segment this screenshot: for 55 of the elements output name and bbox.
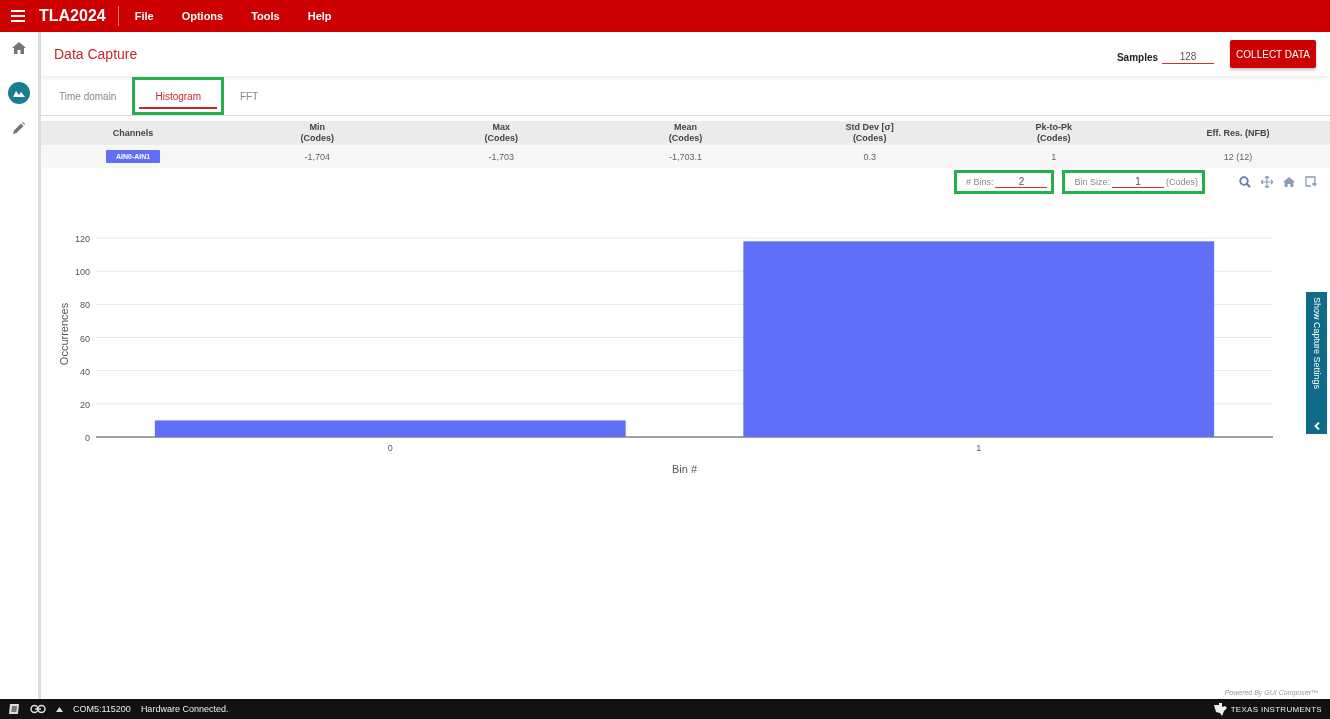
y-tick-label: 80	[80, 300, 90, 311]
port-status: COM5:115200	[73, 704, 131, 714]
menu-item[interactable]: Options	[181, 10, 224, 22]
y-tick-label: 60	[80, 333, 90, 344]
move-icon[interactable]	[1261, 176, 1273, 188]
x-tick-label: 0	[387, 443, 393, 453]
column-header: Max (Codes)	[483, 122, 520, 144]
pencil-icon[interactable]	[13, 122, 25, 134]
chart-icon[interactable]	[8, 82, 30, 104]
menu-item[interactable]: Help	[307, 10, 332, 22]
samples-label: Samples	[1116, 51, 1159, 63]
autoscale-icon[interactable]	[1305, 176, 1317, 188]
column-header: Channels	[111, 127, 155, 139]
table-cell-text: 0.3	[862, 151, 877, 162]
connection-status: Hardware Connected.	[140, 704, 229, 714]
tab[interactable]: FFT	[230, 77, 269, 115]
book-icon[interactable]	[8, 703, 20, 715]
x-axis-label: Bin #	[671, 463, 698, 475]
y-tick-label: 120	[74, 234, 90, 244]
home-icon[interactable]	[1283, 177, 1295, 187]
show-capture-settings-tab[interactable]: Show Capture Settings	[1306, 292, 1327, 434]
y-tick-label: 40	[80, 366, 90, 377]
y-tick-label: 100	[74, 267, 90, 278]
x-tick-label: 1	[976, 443, 982, 453]
bins-field[interactable]: # Bins: 2	[953, 170, 1055, 194]
column-header: Pk-to-Pk (Codes)	[1034, 122, 1074, 144]
samples-field[interactable]: 128	[1162, 50, 1215, 64]
column-header: Min (Codes)	[299, 122, 335, 144]
caret-up-icon[interactable]	[56, 706, 63, 712]
menu-item[interactable]: Tools	[251, 10, 280, 22]
home-icon[interactable]	[12, 42, 26, 54]
column-header: Std Dev [σ] (Codes)	[844, 122, 895, 144]
page-title: Data Capture	[54, 46, 138, 62]
collect-data-button[interactable]: COLLECT DATA	[1230, 40, 1316, 68]
tab[interactable]: Histogram	[132, 77, 224, 115]
tab[interactable]: Time domain	[49, 77, 127, 115]
chevron-icon	[1312, 422, 1321, 430]
app-title: TLA2024	[39, 7, 106, 25]
link-icon[interactable]	[30, 704, 46, 714]
brand-name: TEXAS INSTRUMENTS	[1230, 704, 1322, 714]
y-axis-label: Occurrences	[58, 302, 70, 366]
column-header: Eff. Res. (NFB)	[1205, 127, 1271, 139]
table-cell-text: 12 (12)	[1222, 151, 1254, 162]
logo-icon	[1212, 702, 1227, 716]
column-header: Mean (Codes)	[667, 122, 704, 144]
y-tick-label: 20	[80, 399, 90, 410]
zoom-icon[interactable]	[1239, 176, 1251, 188]
y-tick-label: 0	[85, 433, 90, 443]
table-cell-text: -1,703	[487, 151, 516, 162]
menu-item[interactable]: File	[134, 10, 154, 22]
table-cell-text: -1,704	[303, 151, 331, 162]
table-cell-text: -1,703.1	[667, 151, 703, 162]
menu-icon[interactable]	[11, 10, 25, 22]
table-cell-text: 1	[1050, 151, 1058, 162]
bin-size-field[interactable]: Bin Size: 1 (Codes)	[1062, 170, 1205, 194]
